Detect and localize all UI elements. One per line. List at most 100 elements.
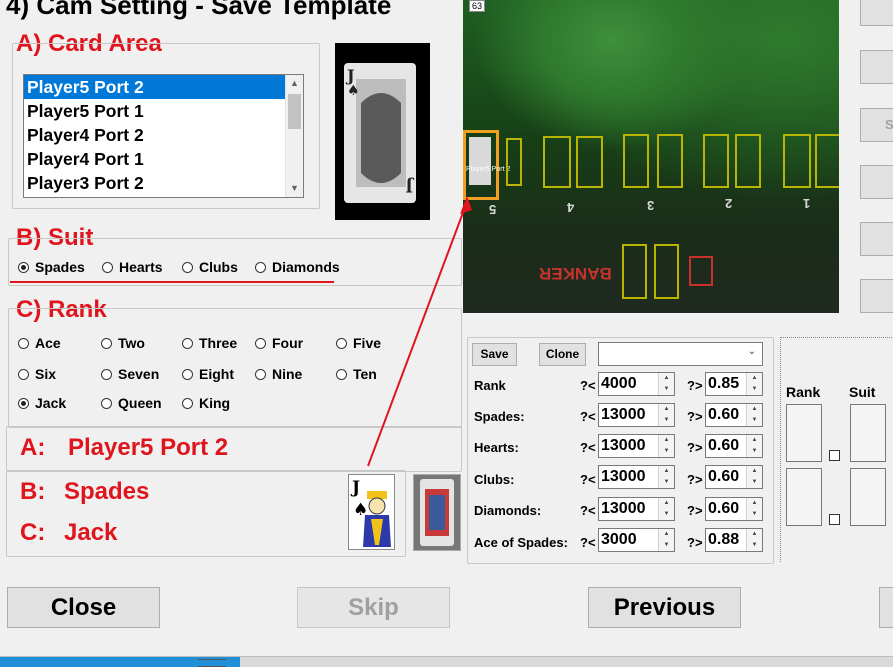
rank-radio-three[interactable]: Three <box>182 335 237 351</box>
rank-radio-two[interactable]: Two <box>101 335 145 351</box>
next-button-partial[interactable] <box>879 587 893 628</box>
list-item[interactable]: Player4 Port 1 <box>24 147 289 171</box>
card-slot[interactable] <box>506 138 522 186</box>
spinner-icon[interactable]: ▲ ▼ <box>658 498 674 520</box>
score-input[interactable]: 0.85 ▲ ▼ <box>705 372 763 396</box>
list-item[interactable]: Player5 Port 1 <box>24 99 289 123</box>
radio-label: Clubs <box>199 259 238 275</box>
previous-button[interactable]: Previous <box>588 587 741 628</box>
suit-radio-spades[interactable]: Spades <box>18 259 85 275</box>
rank-radio-queen[interactable]: Queen <box>101 395 162 411</box>
spinner-icon[interactable]: ▲ ▼ <box>658 373 674 395</box>
card-slot[interactable] <box>657 134 683 188</box>
spinner-icon[interactable]: ▲ ▼ <box>746 529 762 551</box>
spinner-icon[interactable]: ▲ ▼ <box>746 498 762 520</box>
chevron-down-icon[interactable]: ⌄ <box>748 346 756 357</box>
op-less: ?< <box>580 535 596 550</box>
rank-radio-six[interactable]: Six <box>18 366 56 382</box>
checkbox[interactable] <box>829 450 840 461</box>
score-input[interactable]: 0.60 ▲ ▼ <box>705 434 763 458</box>
radio-icon[interactable] <box>182 397 193 409</box>
scroll-down-icon[interactable]: ▼ <box>286 180 303 197</box>
rank-radio-eight[interactable]: Eight <box>182 366 234 382</box>
radio-icon[interactable] <box>18 337 29 349</box>
card-area-listbox[interactable]: Player5 Port 2 Player5 Port 1 Player4 Po… <box>23 74 304 198</box>
suit-radio-clubs[interactable]: Clubs <box>182 259 238 275</box>
threshold-input[interactable]: 13000 ▲ ▼ <box>598 403 675 427</box>
radio-icon[interactable] <box>255 261 266 273</box>
radio-icon[interactable] <box>101 337 112 349</box>
rank-radio-five[interactable]: Five <box>336 335 381 351</box>
side-button-partial[interactable]: S <box>860 108 893 142</box>
threshold-input[interactable]: 4000 ▲ ▼ <box>598 372 675 396</box>
suit-radio-diamonds[interactable]: Diamonds <box>255 259 340 275</box>
save-button[interactable]: Save <box>472 343 517 366</box>
side-button[interactable] <box>860 0 893 26</box>
banker-slot[interactable] <box>654 244 679 299</box>
card-slot[interactable] <box>623 134 649 188</box>
list-item[interactable]: Player3 Port 2 <box>24 171 289 195</box>
card-slot[interactable] <box>783 134 811 188</box>
spinner-icon[interactable]: ▲ ▼ <box>658 466 674 488</box>
radio-icon[interactable] <box>336 337 347 349</box>
skip-button[interactable]: Skip <box>297 587 450 628</box>
spinner-icon[interactable]: ▲ ▼ <box>658 404 674 426</box>
rank-radio-jack[interactable]: Jack <box>18 395 66 411</box>
listbox-scrollbar[interactable]: ▲ ▼ <box>285 75 303 197</box>
radio-label: Nine <box>272 366 303 382</box>
threshold-input[interactable]: 13000 ▲ ▼ <box>598 434 675 458</box>
radio-icon[interactable] <box>101 368 112 380</box>
rank-radio-seven[interactable]: Seven <box>101 366 159 382</box>
card-slot[interactable] <box>815 134 839 188</box>
list-item[interactable]: Player4 Port 2 <box>24 123 289 147</box>
camera-view[interactable]: 63 Player5 Port 2 5 4 3 2 1 BANKER <box>463 0 839 313</box>
spinner-icon[interactable]: ▲ ▼ <box>746 435 762 457</box>
spinner-icon[interactable]: ▲ ▼ <box>658 529 674 551</box>
threshold-input[interactable]: 13000 ▲ ▼ <box>598 497 675 521</box>
radio-icon[interactable] <box>18 261 29 273</box>
radio-icon[interactable] <box>18 397 29 409</box>
rank-radio-king[interactable]: King <box>182 395 230 411</box>
radio-icon[interactable] <box>101 397 112 409</box>
radio-icon[interactable] <box>255 337 266 349</box>
radio-icon[interactable] <box>102 261 113 273</box>
close-button[interactable]: Close <box>7 587 160 628</box>
threshold-input[interactable]: 13000 ▲ ▼ <box>598 465 675 489</box>
scroll-up-icon[interactable]: ▲ <box>286 75 303 92</box>
radio-icon[interactable] <box>182 368 193 380</box>
op-greater: ?> <box>687 409 703 424</box>
scroll-thumb[interactable] <box>288 94 301 129</box>
radio-icon[interactable] <box>182 337 193 349</box>
side-button[interactable] <box>860 222 893 256</box>
list-item[interactable]: Player5 Port 2 <box>24 75 289 99</box>
card-slot[interactable] <box>576 136 603 188</box>
banker-slot[interactable] <box>622 244 647 299</box>
score-input[interactable]: 0.88 ▲ ▼ <box>705 528 763 552</box>
score-input[interactable]: 0.60 ▲ ▼ <box>705 465 763 489</box>
score-input[interactable]: 0.60 ▲ ▼ <box>705 497 763 521</box>
radio-icon[interactable] <box>182 261 193 273</box>
radio-icon[interactable] <box>18 368 29 380</box>
score-input[interactable]: 0.60 ▲ ▼ <box>705 403 763 427</box>
card-slot[interactable] <box>543 136 571 188</box>
radio-icon[interactable] <box>255 368 266 380</box>
template-dropdown[interactable]: ⌄ <box>598 342 763 366</box>
rank-radio-ace[interactable]: Ace <box>18 335 61 351</box>
spinner-icon[interactable]: ▲ ▼ <box>746 373 762 395</box>
rank-radio-four[interactable]: Four <box>255 335 303 351</box>
side-button[interactable] <box>860 279 893 313</box>
spinner-icon[interactable]: ▲ ▼ <box>746 466 762 488</box>
spinner-icon[interactable]: ▲ ▼ <box>746 404 762 426</box>
threshold-input[interactable]: 3000 ▲ ▼ <box>598 528 675 552</box>
clone-button[interactable]: Clone <box>539 343 586 366</box>
rank-radio-nine[interactable]: Nine <box>255 366 302 382</box>
radio-icon[interactable] <box>336 368 347 380</box>
side-button[interactable] <box>860 50 893 84</box>
side-button[interactable] <box>860 165 893 199</box>
card-slot[interactable] <box>703 134 729 188</box>
spinner-icon[interactable]: ▲ ▼ <box>658 435 674 457</box>
rank-radio-ten[interactable]: Ten <box>336 366 377 382</box>
card-slot[interactable] <box>735 134 761 188</box>
checkbox[interactable] <box>829 514 840 525</box>
suit-radio-hearts[interactable]: Hearts <box>102 259 163 275</box>
